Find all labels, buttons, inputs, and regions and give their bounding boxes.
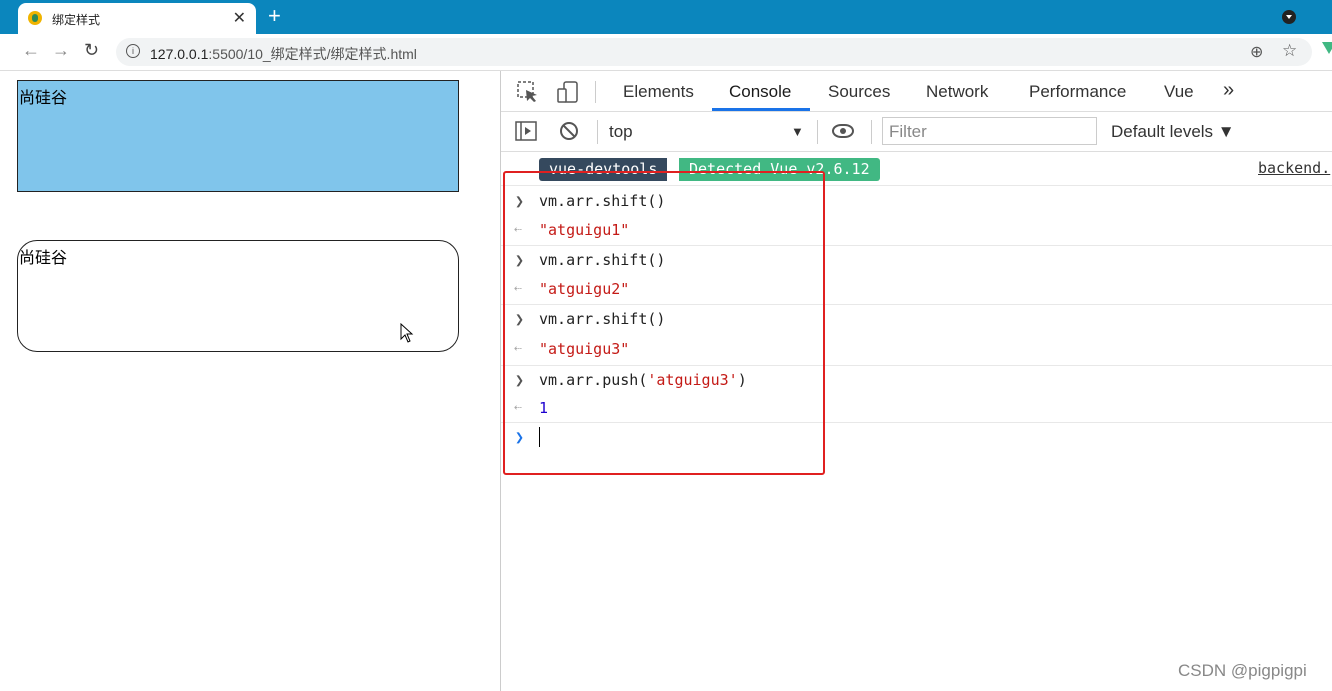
source-link[interactable]: backend.: [1258, 159, 1330, 177]
tab-console[interactable]: Console: [729, 82, 791, 102]
tab-title: 绑定样式: [52, 13, 101, 27]
tab-vue[interactable]: Vue: [1164, 82, 1194, 102]
forward-icon[interactable]: →: [52, 40, 70, 61]
site-info-icon[interactable]: i: [126, 44, 140, 58]
live-expression-eye-icon[interactable]: [832, 124, 854, 138]
tab-network[interactable]: Network: [926, 82, 988, 102]
console-filter-input[interactable]: Filter: [882, 117, 1097, 145]
styled-box-rounded: 尚硅谷: [17, 240, 459, 352]
more-tabs-button[interactable]: »: [1223, 79, 1234, 102]
browser-toolbar: ← → ↻ i 127.0.0.1:5500/10_绑定样式/绑定样式.html…: [0, 34, 1332, 71]
tab-strip: 绑定样式 ✕ +: [0, 0, 1332, 34]
vue-favicon-icon: [28, 11, 42, 25]
box2-text: 尚硅谷: [19, 250, 68, 267]
browser-tab[interactable]: 绑定样式 ✕: [18, 3, 256, 34]
console-toolbar: top ▼ Filter Default levels ▼: [501, 112, 1332, 152]
bookmark-star-icon[interactable]: ☆: [1282, 41, 1297, 61]
clear-console-icon[interactable]: [559, 121, 579, 146]
page-viewport: 尚硅谷 尚硅谷: [0, 71, 500, 691]
url-text[interactable]: 127.0.0.1:5500/10_绑定样式/绑定样式.html: [150, 44, 417, 64]
tab-elements[interactable]: Elements: [623, 82, 694, 102]
address-bar[interactable]: i 127.0.0.1:5500/10_绑定样式/绑定样式.html ⊕ ☆: [116, 38, 1312, 66]
toolbar-divider: [817, 120, 818, 144]
vue-extension-icon[interactable]: [1322, 42, 1332, 54]
watermark: CSDN @pigpigpi: [1178, 661, 1307, 680]
back-icon[interactable]: ←: [22, 40, 40, 61]
tab-sources[interactable]: Sources: [828, 82, 890, 102]
new-tab-button[interactable]: +: [268, 3, 281, 29]
toolbar-divider: [597, 120, 598, 144]
annotation-highlight-box: [503, 171, 825, 475]
zoom-icon[interactable]: ⊕: [1250, 42, 1263, 62]
sidebar-toggle-icon[interactable]: [515, 121, 537, 146]
devtools-tabbar: Elements Console Sources Network Perform…: [501, 71, 1332, 112]
toolbar-divider: [871, 120, 872, 144]
device-toolbar-icon[interactable]: [557, 81, 579, 108]
toolbar-divider: [595, 81, 596, 103]
tab-performance[interactable]: Performance: [1029, 82, 1126, 102]
close-tab-icon[interactable]: ✕: [233, 8, 246, 28]
log-levels-dropdown[interactable]: Default levels ▼: [1111, 122, 1235, 142]
styled-box-basic: 尚硅谷: [17, 80, 459, 192]
context-selector[interactable]: top: [609, 122, 633, 142]
box1-text: 尚硅谷: [19, 90, 68, 107]
inspect-element-icon[interactable]: [517, 81, 539, 108]
profile-menu-icon[interactable]: [1282, 10, 1296, 24]
reload-icon[interactable]: ↻: [84, 40, 99, 61]
devtools-panel: Elements Console Sources Network Perform…: [500, 71, 1332, 691]
active-tab-indicator: [712, 108, 810, 111]
context-dropdown-icon[interactable]: ▼: [791, 124, 804, 139]
